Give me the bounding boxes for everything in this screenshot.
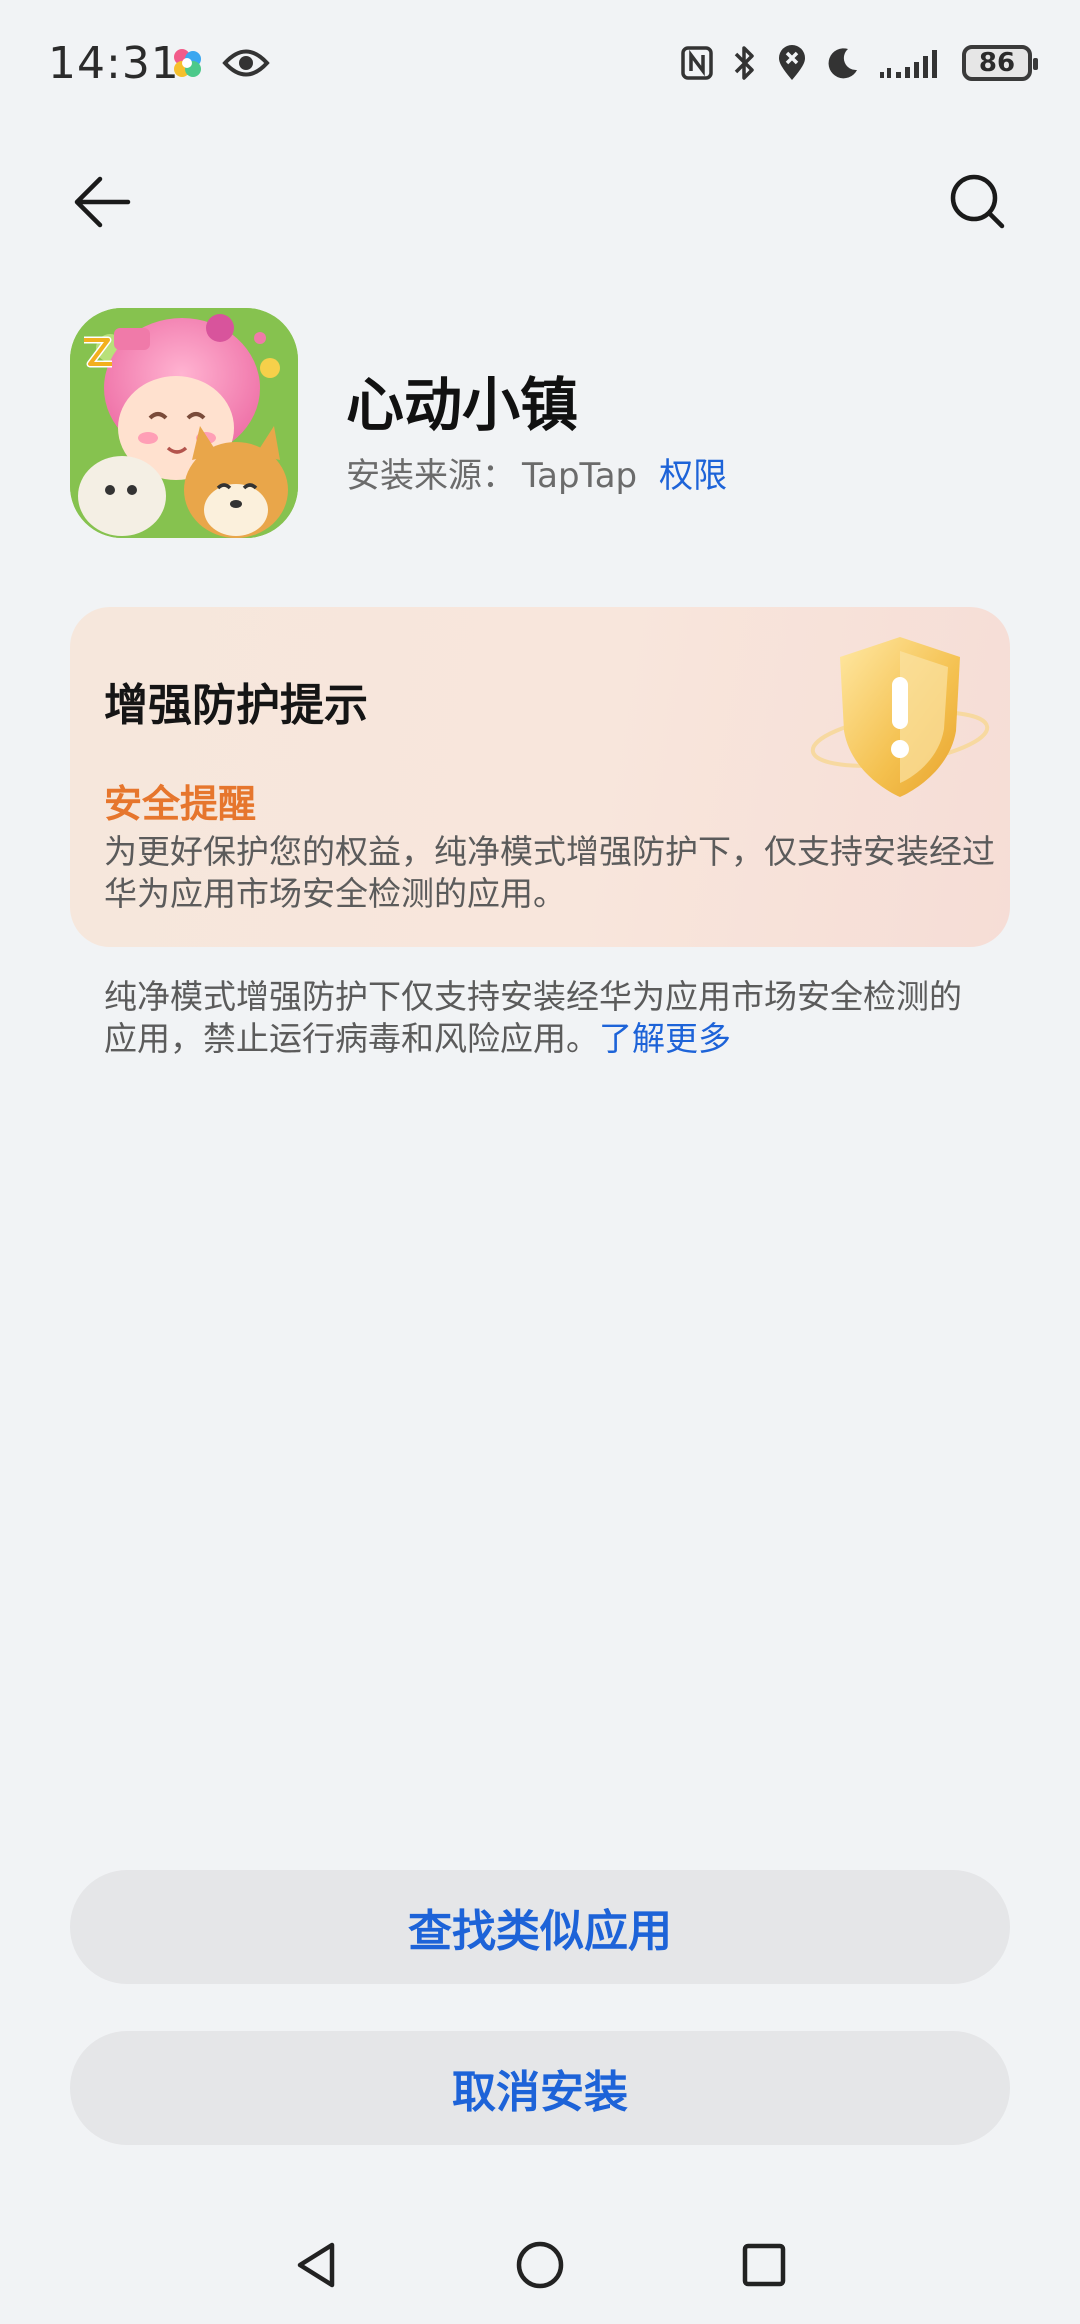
arrow-left-icon: [74, 176, 131, 228]
search-icon: [950, 174, 1005, 229]
circle-home-icon: [516, 2241, 564, 2289]
search-button[interactable]: [936, 160, 1020, 244]
nav-home-button[interactable]: [505, 2230, 575, 2300]
status-left-icons: [170, 46, 270, 80]
battery-icon: 86: [962, 45, 1038, 81]
eye-icon: [222, 46, 270, 80]
location-icon: [776, 44, 808, 82]
shield-warning-icon: [800, 621, 990, 811]
app-name: 心动小镇: [346, 371, 579, 439]
triangle-back-icon: [297, 2242, 335, 2288]
learn-more-link[interactable]: 了解更多: [599, 1019, 731, 1058]
note-text: 纯净模式增强防护下仅支持安装经华为应用市场安全检测的应用，禁止运行病毒和风险应用…: [104, 976, 984, 1060]
nfc-icon: [680, 45, 714, 81]
signal-icon: [878, 46, 944, 80]
status-bar: 14:31 86: [0, 0, 1080, 130]
battery-level: 86: [978, 48, 1016, 78]
moon-icon: [826, 46, 860, 80]
find-similar-apps-button[interactable]: 查找类似应用: [70, 1870, 1010, 1984]
card-subtitle: 安全提醒: [104, 782, 257, 826]
nav-back-button[interactable]: [281, 2230, 351, 2300]
protection-card: 增强防护提示 安全提醒 为更好保护您的权益，纯净模式增强防护下，仅支持安装经过华…: [70, 607, 1010, 947]
permissions-link[interactable]: 权限: [659, 456, 727, 496]
bluetooth-icon: [732, 44, 758, 82]
app-notify-icon: [170, 46, 204, 80]
install-source-value: TapTap: [522, 456, 638, 496]
system-nav-bar: [0, 2230, 1080, 2300]
card-body: 为更好保护您的权益，纯净模式增强防护下，仅支持安装经过华为应用市场安全检测的应用…: [104, 832, 995, 913]
screen: 14:31 86 心动小镇 安装来源： TapTap 权限 增强防护提示 安全提…: [0, 0, 1080, 2324]
nav-recents-button[interactable]: [729, 2230, 799, 2300]
cancel-install-button[interactable]: 取消安装: [70, 2031, 1010, 2145]
card-title: 增强防护提示: [104, 680, 368, 731]
top-app-bar: [0, 150, 1080, 250]
app-icon: [70, 308, 298, 538]
status-right-icons: 86: [680, 44, 1038, 82]
install-source-label: 安装来源：: [346, 456, 516, 496]
status-time: 14:31: [48, 38, 180, 89]
square-recents-icon: [742, 2243, 786, 2287]
note-body: 纯净模式增强防护下仅支持安装经华为应用市场安全检测的应用，禁止运行病毒和风险应用…: [104, 977, 962, 1058]
app-header: 心动小镇 安装来源： TapTap 权限: [70, 308, 1010, 538]
back-button[interactable]: [60, 160, 144, 244]
install-source: 安装来源： TapTap 权限: [346, 448, 727, 497]
